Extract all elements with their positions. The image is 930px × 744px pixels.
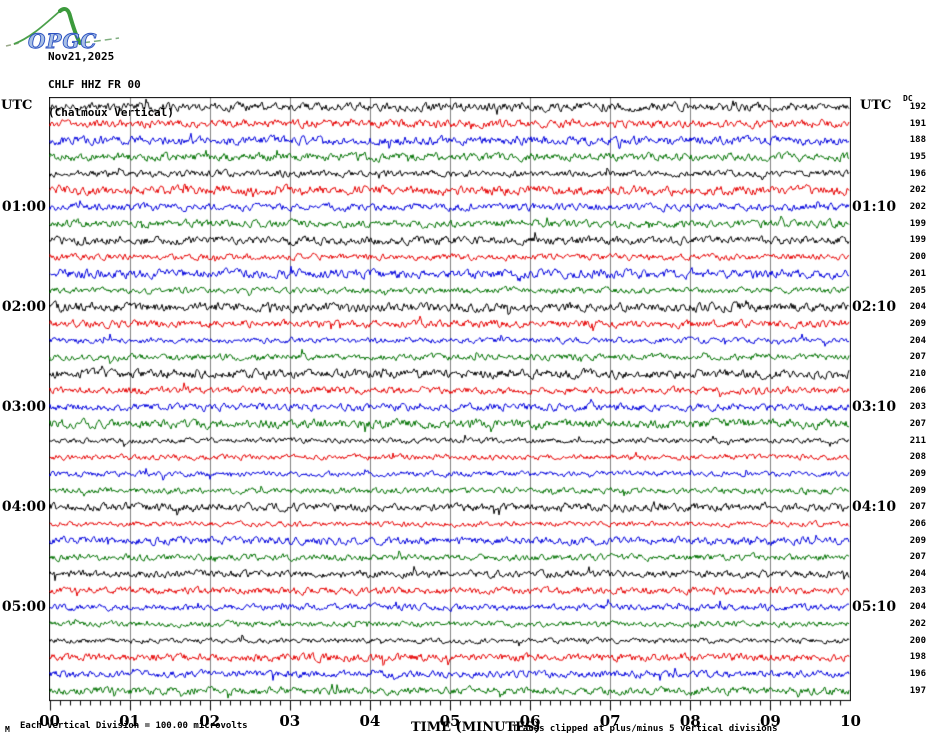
dc-value: 197 (909, 685, 926, 696)
dc-value: 195 (909, 152, 926, 162)
minute-label: 09 (759, 712, 781, 730)
minute-label: 10 (840, 712, 861, 730)
minute-label: 07 (599, 712, 621, 730)
opgc-logo: OPGC (5, 6, 120, 52)
dc-value: 198 (909, 652, 926, 663)
dc-value: 204 (909, 302, 926, 313)
dc-value: 201 (909, 268, 926, 279)
dc-value: 209 (909, 485, 926, 496)
minute-label: 04 (359, 712, 381, 730)
header-date: Nov21,2025 (48, 50, 115, 63)
helicorder-plot (49, 97, 851, 715)
dc-value: 191 (909, 118, 926, 129)
dc-value: 192 (909, 102, 926, 112)
dc-value: 202 (909, 202, 926, 213)
minute-label: 02 (199, 712, 221, 730)
hour-label-left: 02:00 (1, 299, 46, 316)
dc-value: 207 (909, 418, 926, 429)
dc-value: 207 (909, 352, 926, 363)
dc-value: 206 (909, 385, 926, 396)
dc-value: 207 (909, 502, 926, 513)
dc-value: 200 (909, 252, 926, 263)
utc-left-label: UTC (1, 98, 33, 113)
dc-value: 206 (909, 519, 926, 529)
dc-value: 211 (909, 435, 926, 446)
hour-label-left: 03:00 (1, 399, 46, 416)
header-station-code: CHLF HHZ FR 00 (48, 78, 141, 91)
dc-value: 210 (909, 368, 926, 379)
hour-label-left: 01:00 (1, 199, 46, 216)
minute-label: 08 (679, 712, 701, 730)
logo-text: OPGC (28, 29, 97, 52)
dc-value: 207 (909, 552, 926, 563)
dc-value: 202 (909, 185, 926, 196)
hour-label-left: 05:00 (1, 599, 46, 616)
dc-value: 200 (909, 635, 926, 646)
dc-value: 204 (909, 602, 926, 613)
minute-label: 01 (119, 712, 141, 730)
minute-label: 03 (279, 712, 301, 730)
dc-value: 209 (909, 535, 926, 546)
dc-value: 203 (909, 585, 926, 596)
dc-value: 208 (909, 452, 926, 463)
dc-value: 204 (909, 335, 926, 346)
helicorder-page: OPGC Nov21,2025 CHLF HHZ FR 00 (Chalmoux… (0, 0, 930, 744)
minute-label: 00 (39, 712, 60, 730)
dc-value: 209 (909, 318, 926, 329)
dc-value: 203 (909, 402, 926, 413)
dc-value: 209 (909, 469, 926, 479)
stamp-glyph: M (5, 725, 10, 734)
dc-value: 196 (909, 168, 926, 179)
clip-note: Traces clipped at plus/minus 5 vertical … (512, 724, 778, 734)
dc-value: 199 (909, 235, 926, 246)
minute-label: 06 (519, 712, 541, 730)
utc-right-label: UTC (860, 98, 892, 113)
minute-label: 05 (439, 712, 461, 730)
dc-value: 202 (909, 619, 926, 630)
dc-value: 188 (909, 135, 926, 146)
dc-value: 204 (909, 569, 926, 579)
dc-value: 196 (909, 669, 926, 680)
dc-value: 199 (909, 218, 926, 229)
hour-label-left: 04:00 (1, 499, 46, 516)
dc-value: 205 (909, 285, 926, 296)
